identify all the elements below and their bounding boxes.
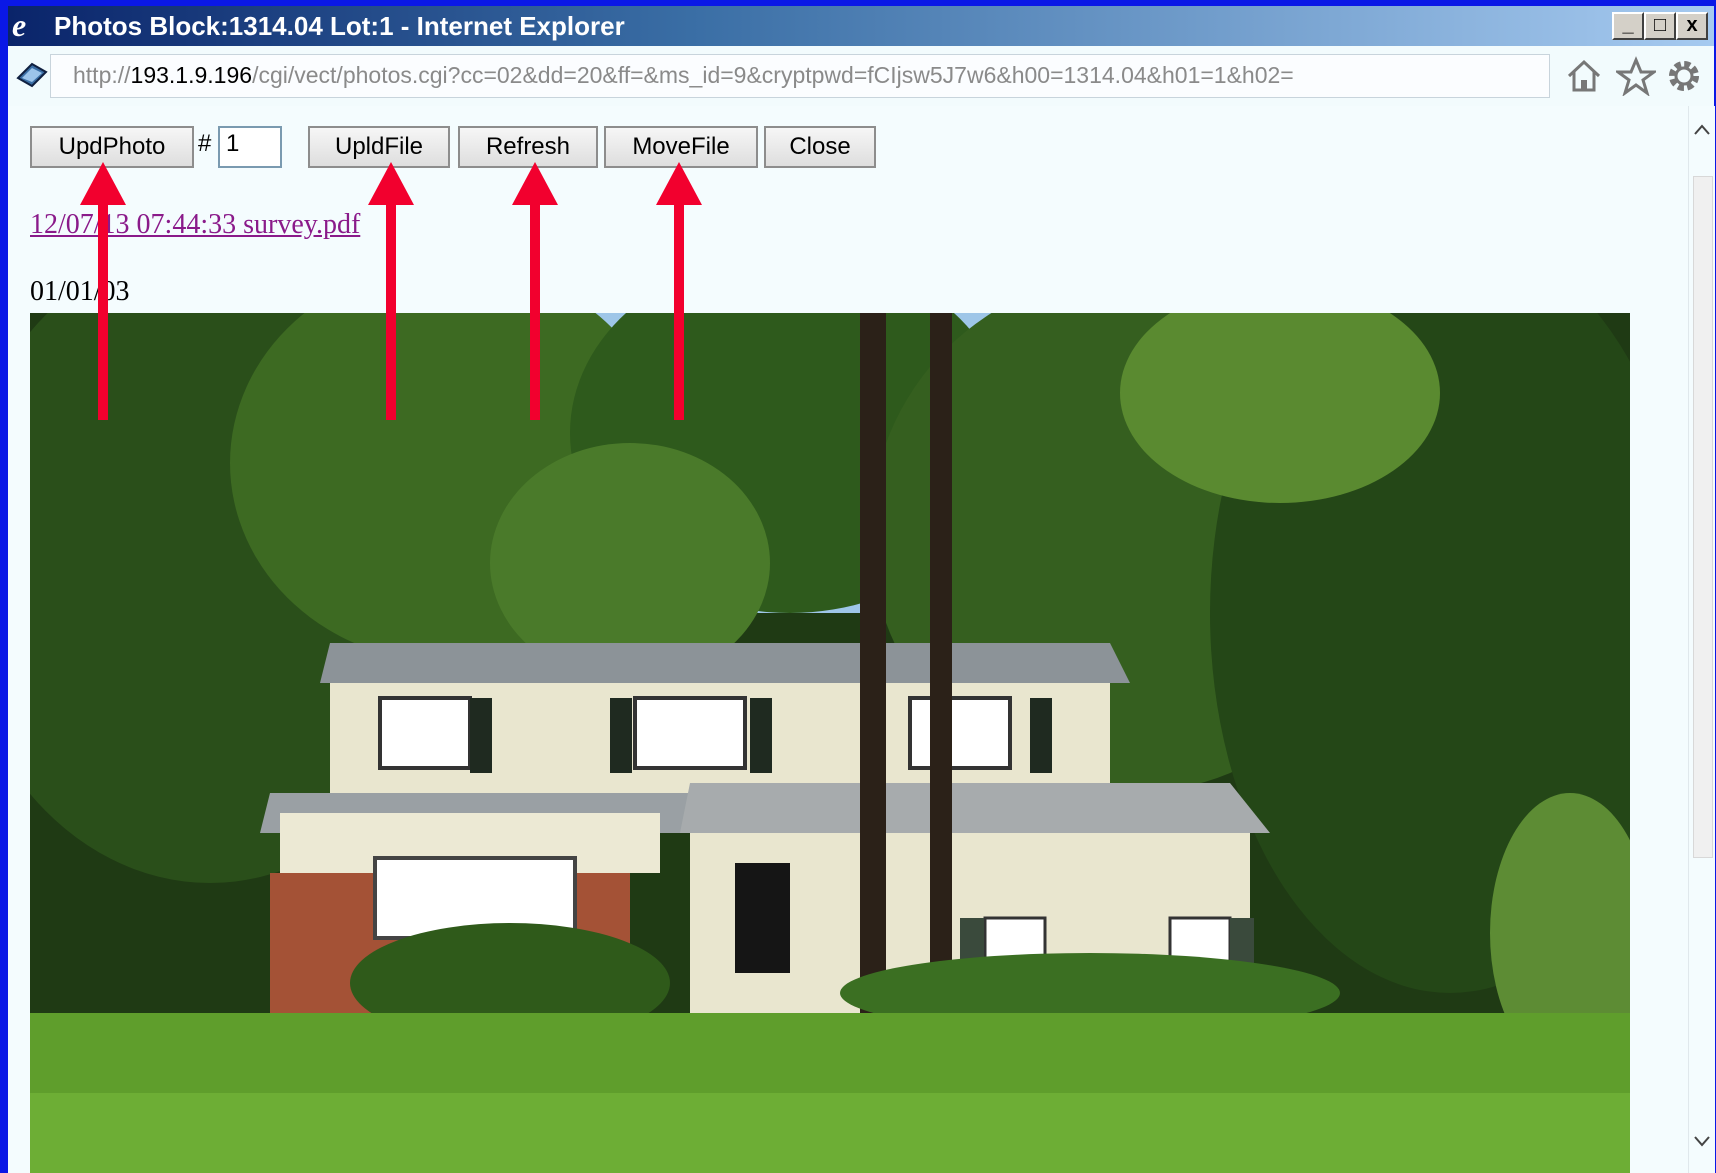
window-title: Photos Block:1314.04 Lot:1 - Internet Ex… <box>54 11 625 41</box>
home-icon[interactable] <box>1564 56 1604 96</box>
photo-date: 01/01/03 <box>30 276 130 307</box>
page-content: UpdPhoto # 1 UpldFile Refresh MoveFile C… <box>8 106 1688 1173</box>
close-button[interactable]: Close <box>764 126 876 168</box>
url-prefix: http:// <box>73 62 131 88</box>
url-field[interactable]: http://193.1.9.196/cgi/vect/photos.cgi?c… <box>50 54 1550 98</box>
maximize-button[interactable]: □ <box>1644 12 1676 40</box>
scroll-up-icon[interactable] <box>1693 120 1711 140</box>
hash-label: # <box>198 130 212 157</box>
gear-icon[interactable] <box>1664 56 1704 96</box>
photo-number-input[interactable]: 1 <box>218 126 282 168</box>
move-file-button[interactable]: MoveFile <box>604 126 758 168</box>
ie-page-icon <box>16 62 48 88</box>
refresh-button[interactable]: Refresh <box>458 126 598 168</box>
url-host: 193.1.9.196 <box>130 62 253 88</box>
minimize-button[interactable]: _ <box>1612 12 1644 40</box>
upd-photo-button[interactable]: UpdPhoto <box>30 126 194 168</box>
address-bar: http://193.1.9.196/cgi/vect/photos.cgi?c… <box>8 46 1714 106</box>
internet-explorer-icon: e <box>12 7 27 43</box>
star-icon[interactable] <box>1616 56 1656 96</box>
close-window-button[interactable]: x <box>1676 12 1708 40</box>
browser-window: e Photos Block:1314.04 Lot:1 - Internet … <box>8 6 1715 1173</box>
url-path: /cgi/vect/photos.cgi?cc=02&dd=20&ff=&ms_… <box>252 62 1294 88</box>
house-photo <box>30 313 1630 1173</box>
survey-file-link[interactable]: 12/07/13 07:44:33 survey.pdf <box>30 209 360 241</box>
upld-file-button[interactable]: UpldFile <box>308 126 450 168</box>
title-bar: e Photos Block:1314.04 Lot:1 - Internet … <box>8 6 1714 46</box>
scroll-down-icon[interactable] <box>1693 1131 1711 1151</box>
scroll-thumb[interactable] <box>1693 176 1713 858</box>
vertical-scrollbar[interactable] <box>1688 106 1715 1173</box>
